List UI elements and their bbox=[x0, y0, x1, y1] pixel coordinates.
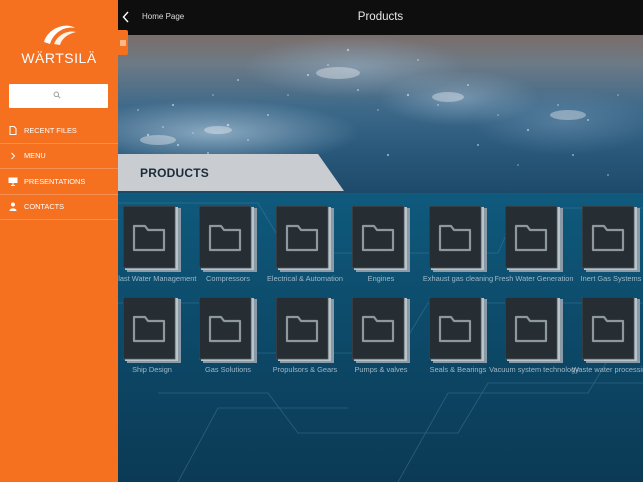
top-bar: Home Page Products bbox=[118, 0, 643, 35]
person-icon bbox=[8, 202, 18, 212]
search-input[interactable] bbox=[9, 84, 108, 108]
file-icon bbox=[8, 125, 18, 135]
sidebar-item-label: MENU bbox=[24, 151, 46, 161]
sidebar-nav: RECENT FILES MENU PRESENTATIONS CONTACTS bbox=[0, 118, 118, 220]
wartsila-logo: WÄRTSILÄ bbox=[14, 22, 104, 70]
folder-icon bbox=[428, 296, 487, 363]
back-button[interactable]: Home Page bbox=[142, 12, 184, 21]
back-chevron-icon[interactable] bbox=[122, 11, 130, 23]
page-title: Products bbox=[357, 11, 404, 23]
folder-icon bbox=[581, 205, 640, 272]
sidebar-item-label: PRESENTATIONS bbox=[24, 176, 86, 186]
presentation-icon bbox=[8, 176, 18, 186]
sidebar-item-menu[interactable]: MENU bbox=[0, 144, 118, 169]
sidebar-item-label: RECENT FILES bbox=[24, 125, 77, 135]
section-title: PRODUCTS bbox=[140, 166, 209, 180]
folder-icon bbox=[581, 296, 640, 363]
folder-icon bbox=[122, 296, 181, 363]
logo-text: WÄRTSILÄ bbox=[21, 50, 97, 66]
folder-icon bbox=[198, 296, 257, 363]
sidebar-item-recent-files[interactable]: RECENT FILES bbox=[0, 118, 118, 144]
folder-label: Inert Gas Systems bbox=[580, 274, 642, 283]
products-grid: Ballast Water ManagementCompressorsElect… bbox=[118, 193, 643, 482]
sidebar-item-presentations[interactable]: PRESENTATIONS bbox=[0, 169, 118, 195]
folder-icon bbox=[504, 296, 563, 363]
folder-icon bbox=[428, 205, 487, 272]
sidebar: WÄRTSILÄ RECENT FILES MENU PRESENTATIONS bbox=[0, 0, 118, 482]
folder-icon bbox=[351, 296, 410, 363]
folder-icon bbox=[275, 296, 334, 363]
hamburger-icon bbox=[120, 40, 126, 45]
sidebar-item-label: CONTACTS bbox=[24, 202, 65, 212]
folder-icon bbox=[198, 205, 257, 272]
folder-icon bbox=[122, 205, 181, 272]
folder-icon bbox=[275, 205, 334, 272]
folder-icon bbox=[504, 205, 563, 272]
section-header: PRODUCTS bbox=[118, 154, 344, 191]
search-icon bbox=[53, 91, 61, 99]
chevron-right-icon bbox=[8, 151, 18, 161]
sidebar-item-contacts[interactable]: CONTACTS bbox=[0, 195, 118, 220]
menu-toggle-button[interactable] bbox=[118, 30, 128, 55]
folder-label: Waste water processing bbox=[571, 365, 643, 374]
folder-icon bbox=[351, 205, 410, 272]
